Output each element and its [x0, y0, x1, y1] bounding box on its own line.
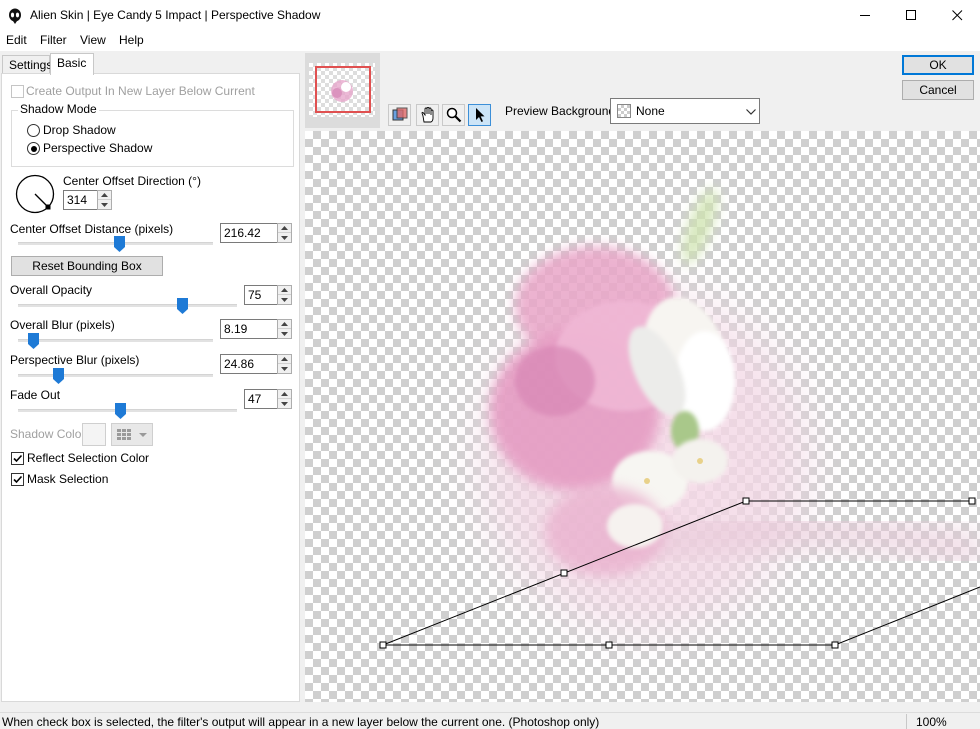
fade-out-label: Fade Out	[10, 388, 61, 402]
alien-skin-icon	[9, 8, 21, 24]
direction-label: Center Offset Direction (°)	[63, 174, 201, 188]
chevron-down-icon	[139, 433, 147, 437]
perspective-blur-slider-thumb[interactable]	[53, 368, 65, 384]
bbox-handle[interactable]	[968, 497, 976, 505]
reflect-selection-checkbox[interactable]	[11, 452, 24, 465]
fade-out-spinner[interactable]	[277, 389, 292, 409]
bbox-handle[interactable]	[605, 641, 613, 649]
fade-out-input[interactable]: 47	[244, 389, 278, 409]
minimize-button[interactable]	[842, 0, 888, 31]
menu-view[interactable]: View	[80, 33, 106, 47]
overall-blur-spinner[interactable]	[277, 319, 292, 339]
bbox-handle[interactable]	[379, 641, 387, 649]
offset-distance-input[interactable]: 216.42	[220, 223, 278, 243]
reflect-selection-label: Reflect Selection Color	[27, 451, 150, 465]
mask-selection-label: Mask Selection	[27, 472, 109, 486]
status-message: When check box is selected, the filter's…	[2, 715, 600, 729]
perspective-blur-spinner[interactable]	[277, 354, 292, 374]
close-icon	[951, 10, 962, 21]
tab-basic[interactable]: Basic	[50, 53, 94, 75]
menu-bar: Edit Filter View Help	[0, 31, 980, 51]
preview-background-label: Preview Background:	[505, 104, 619, 118]
mask-selection-checkbox[interactable]	[11, 473, 24, 486]
bbox-handle[interactable]	[831, 641, 839, 649]
bbox-handle[interactable]	[742, 497, 750, 505]
create-output-checkbox[interactable]	[11, 85, 24, 98]
zoom-tool-button[interactable]	[442, 104, 465, 126]
create-output-label: Create Output In New Layer Below Current	[26, 84, 255, 98]
perspective-shadow-label: Perspective Shadow	[43, 141, 153, 155]
perspective-blur-label: Perspective Blur (pixels)	[10, 353, 140, 367]
reset-bounding-box-button[interactable]: Reset Bounding Box	[11, 256, 163, 276]
maximize-icon	[905, 10, 916, 20]
checkmark-icon	[13, 475, 23, 484]
offset-distance-slider-thumb[interactable]	[113, 236, 125, 252]
transparent-swatch-icon	[617, 104, 631, 118]
overall-blur-label: Overall Blur (pixels)	[10, 318, 115, 332]
perspective-blur-input[interactable]: 24.86	[220, 354, 278, 374]
shadow-mode-label: Shadow Mode	[18, 102, 99, 116]
hand-tool-button[interactable]	[416, 104, 439, 126]
checkmark-icon	[13, 454, 23, 463]
shadow-color-swatch[interactable]	[82, 423, 106, 446]
opacity-slider-thumb[interactable]	[176, 298, 188, 314]
overall-blur-slider-thumb[interactable]	[28, 333, 40, 349]
color-grid-icon	[117, 429, 131, 440]
title-bar: Alien Skin | Eye Candy 5 Impact | Perspe…	[0, 0, 980, 31]
zoom-level: 100%	[916, 715, 947, 729]
window-title: Alien Skin | Eye Candy 5 Impact | Perspe…	[30, 8, 321, 22]
perspective-shadow-radio[interactable]	[27, 142, 40, 155]
overall-blur-track[interactable]	[18, 339, 213, 342]
shadow-mode-group	[11, 110, 294, 167]
fade-out-slider-thumb[interactable]	[115, 403, 127, 419]
navigator-viewport-rect[interactable]	[315, 66, 371, 113]
menu-filter[interactable]: Filter	[40, 33, 67, 47]
pointer-tool-button[interactable]	[468, 104, 491, 126]
drop-shadow-radio[interactable]	[27, 124, 40, 137]
preview-background-value: None	[636, 104, 665, 118]
tab-settings[interactable]: Settings	[2, 55, 52, 74]
offset-distance-spinner[interactable]	[277, 223, 292, 243]
status-bar: When check box is selected, the filter's…	[0, 712, 980, 729]
preview-toggle-icon	[392, 107, 407, 121]
preview-background-select[interactable]: None	[610, 98, 760, 124]
bbox-handle[interactable]	[560, 569, 568, 577]
opacity-track[interactable]	[18, 304, 237, 307]
zoom-icon	[446, 107, 461, 123]
chevron-down-icon	[746, 109, 756, 115]
opacity-input[interactable]: 75	[244, 285, 278, 305]
preview-canvas[interactable]	[305, 131, 980, 702]
opacity-label: Overall Opacity	[10, 283, 93, 297]
opacity-spinner[interactable]	[277, 285, 292, 305]
hand-icon	[421, 107, 433, 123]
direction-dial[interactable]	[15, 173, 57, 215]
direction-input[interactable]: 314	[63, 190, 98, 210]
ok-button[interactable]: OK	[902, 55, 974, 75]
overall-blur-input[interactable]: 8.19	[220, 319, 278, 339]
arrow-pointer-icon	[475, 108, 484, 122]
status-divider	[906, 714, 907, 729]
direction-spinner[interactable]	[97, 190, 112, 210]
menu-edit[interactable]: Edit	[6, 33, 27, 47]
perspective-blur-track[interactable]	[18, 374, 213, 377]
preview-artwork	[379, 188, 980, 656]
color-picker-dropdown[interactable]	[111, 423, 153, 446]
offset-distance-label: Center Offset Distance (pixels)	[10, 222, 174, 236]
minimize-icon	[859, 15, 870, 16]
shadow-color-label: Shadow Color	[10, 427, 86, 441]
preview-toggle-button[interactable]	[388, 104, 411, 126]
drop-shadow-label: Drop Shadow	[43, 123, 116, 137]
fade-out-track[interactable]	[18, 409, 237, 412]
close-button[interactable]	[934, 0, 980, 31]
cancel-button[interactable]: Cancel	[902, 80, 974, 100]
menu-help[interactable]: Help	[119, 33, 144, 47]
basic-settings-panel: Create Output In New Layer Below Current…	[1, 73, 300, 702]
maximize-button[interactable]	[888, 0, 934, 31]
